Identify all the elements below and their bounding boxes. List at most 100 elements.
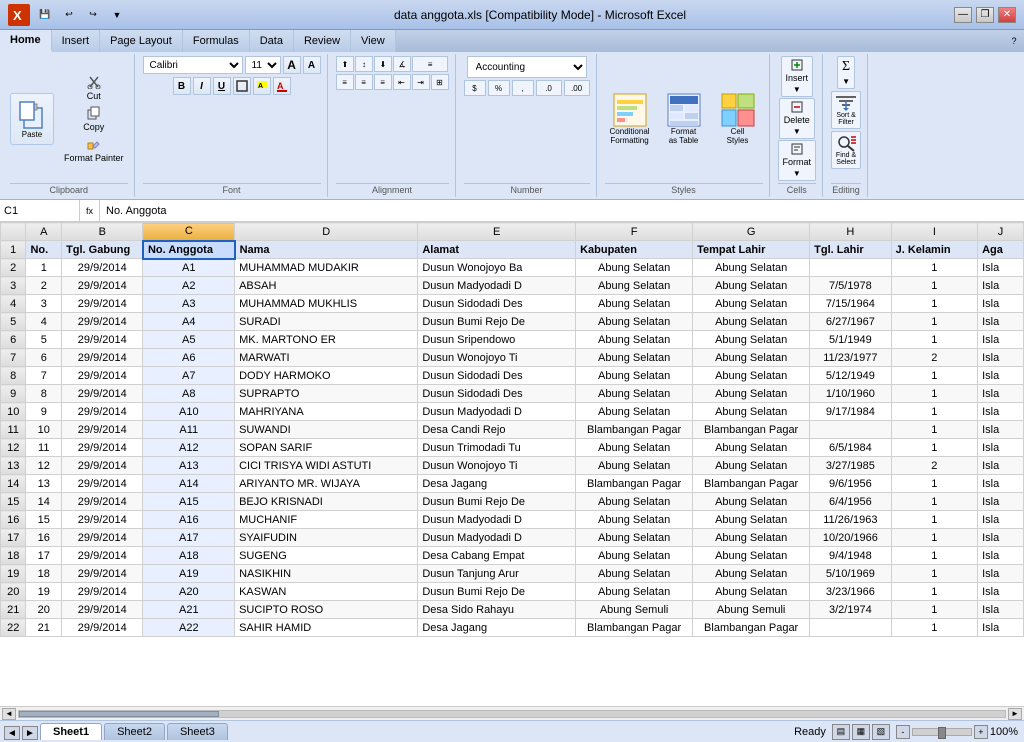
cell-E8[interactable]: Dusun Sidodadi Des <box>418 367 576 385</box>
decrease-indent-btn[interactable]: ⇤ <box>393 74 411 90</box>
cell-I9[interactable]: 1 <box>891 385 978 403</box>
cell-I17[interactable]: 1 <box>891 529 978 547</box>
cell-D19[interactable]: NASIKHIN <box>235 565 418 583</box>
col-header-C[interactable]: C <box>143 223 235 241</box>
cell-F1[interactable]: Kabupaten <box>576 241 693 259</box>
zoom-in-btn[interactable]: + <box>974 725 988 739</box>
align-bottom-btn[interactable]: ⬇ <box>374 56 392 72</box>
cell-D6[interactable]: MK. MARTONO ER <box>235 331 418 349</box>
cell-F21[interactable]: Abung Semuli <box>576 601 693 619</box>
cell-J12[interactable]: Isla <box>978 439 1024 457</box>
format-painter-button[interactable]: Format Painter <box>60 135 128 165</box>
cell-A21[interactable]: 20 <box>26 601 62 619</box>
cell-E2[interactable]: Dusun Wonojoyo Ba <box>418 259 576 277</box>
cell-I7[interactable]: 2 <box>891 349 978 367</box>
cell-J14[interactable]: Isla <box>978 475 1024 493</box>
tab-formulas[interactable]: Formulas <box>183 30 250 52</box>
decrease-decimal-btn[interactable]: .0 <box>536 80 562 96</box>
cell-F11[interactable]: Blambangan Pagar <box>576 421 693 439</box>
cell-A2[interactable]: 1 <box>26 259 62 277</box>
cell-A13[interactable]: 12 <box>26 457 62 475</box>
bold-button[interactable]: B <box>173 77 191 95</box>
cell-C6[interactable]: A5 <box>143 331 235 349</box>
cell-J19[interactable]: Isla <box>978 565 1024 583</box>
align-middle-btn[interactable]: ↕ <box>355 56 373 72</box>
cell-B16[interactable]: 29/9/2014 <box>62 511 143 529</box>
align-left-btn[interactable]: ≡ <box>336 74 354 90</box>
hscrollbar[interactable]: ◄ ► <box>0 706 1024 720</box>
cell-B1[interactable]: Tgl. Gabung <box>62 241 143 259</box>
insert-cells-btn[interactable]: Insert ▼ <box>781 56 814 97</box>
cell-J7[interactable]: Isla <box>978 349 1024 367</box>
cell-C21[interactable]: A21 <box>143 601 235 619</box>
text-angle-btn[interactable]: ∡ <box>393 56 411 72</box>
cell-D14[interactable]: ARIYANTO MR. WIJAYA <box>235 475 418 493</box>
cell-F14[interactable]: Blambangan Pagar <box>576 475 693 493</box>
prev-sheets-btn[interactable]: ◄ <box>4 726 20 740</box>
cell-I8[interactable]: 1 <box>891 367 978 385</box>
cell-H20[interactable]: 3/23/1966 <box>810 583 891 601</box>
cell-G18[interactable]: Abung Selatan <box>693 547 810 565</box>
wrap-text-btn[interactable]: ≡ <box>412 56 448 72</box>
align-center-btn[interactable]: ≡ <box>355 74 373 90</box>
cell-B22[interactable]: 29/9/2014 <box>62 619 143 637</box>
cell-B14[interactable]: 29/9/2014 <box>62 475 143 493</box>
cell-G1[interactable]: Tempat Lahir <box>693 241 810 259</box>
restore-btn[interactable]: ❐ <box>976 7 994 23</box>
cell-J20[interactable]: Isla <box>978 583 1024 601</box>
cell-E14[interactable]: Desa Jagang <box>418 475 576 493</box>
cell-B6[interactable]: 29/9/2014 <box>62 331 143 349</box>
sheet-tab-3[interactable]: Sheet3 <box>167 723 228 740</box>
ribbon-help[interactable]: ? <box>1004 30 1024 52</box>
decrease-font-btn[interactable]: A <box>303 56 321 74</box>
cell-A1[interactable]: No. <box>26 241 62 259</box>
cell-B18[interactable]: 29/9/2014 <box>62 547 143 565</box>
cell-C20[interactable]: A20 <box>143 583 235 601</box>
cell-H9[interactable]: 1/10/1960 <box>810 385 891 403</box>
cell-E11[interactable]: Desa Candi Rejo <box>418 421 576 439</box>
cell-C11[interactable]: A11 <box>143 421 235 439</box>
cell-F7[interactable]: Abung Selatan <box>576 349 693 367</box>
cell-F5[interactable]: Abung Selatan <box>576 313 693 331</box>
col-header-D[interactable]: D <box>235 223 418 241</box>
cell-H15[interactable]: 6/4/1956 <box>810 493 891 511</box>
cell-A12[interactable]: 11 <box>26 439 62 457</box>
cell-F13[interactable]: Abung Selatan <box>576 457 693 475</box>
cell-G19[interactable]: Abung Selatan <box>693 565 810 583</box>
cell-D15[interactable]: BEJO KRISNADI <box>235 493 418 511</box>
col-header-B[interactable]: B <box>62 223 143 241</box>
cell-D8[interactable]: DODY HARMOKO <box>235 367 418 385</box>
cell-C19[interactable]: A19 <box>143 565 235 583</box>
zoom-slider[interactable] <box>912 728 972 736</box>
cell-F8[interactable]: Abung Selatan <box>576 367 693 385</box>
cell-I15[interactable]: 1 <box>891 493 978 511</box>
cell-I10[interactable]: 1 <box>891 403 978 421</box>
cell-D4[interactable]: MUHAMMAD MUKHLIS <box>235 295 418 313</box>
cell-J18[interactable]: Isla <box>978 547 1024 565</box>
cell-H1[interactable]: Tgl. Lahir <box>810 241 891 259</box>
cell-G13[interactable]: Abung Selatan <box>693 457 810 475</box>
scrollbar-thumb[interactable] <box>19 711 219 717</box>
cell-J13[interactable]: Isla <box>978 457 1024 475</box>
cell-I11[interactable]: 1 <box>891 421 978 439</box>
cell-G12[interactable]: Abung Selatan <box>693 439 810 457</box>
delete-cells-btn[interactable]: Delete ▼ <box>779 98 815 139</box>
cell-C12[interactable]: A12 <box>143 439 235 457</box>
cell-I16[interactable]: 1 <box>891 511 978 529</box>
cell-B15[interactable]: 29/9/2014 <box>62 493 143 511</box>
minimize-btn[interactable]: — <box>954 7 972 23</box>
quick-redo-btn[interactable]: ↪ <box>84 7 102 23</box>
tab-data[interactable]: Data <box>250 30 294 52</box>
cell-reference-box[interactable]: C1 <box>0 200 80 221</box>
page-layout-view-btn[interactable]: ▦ <box>852 724 870 740</box>
cell-H3[interactable]: 7/5/1978 <box>810 277 891 295</box>
close-btn[interactable]: ✕ <box>998 7 1016 23</box>
number-format-select[interactable]: Accounting <box>467 56 587 78</box>
cell-A9[interactable]: 8 <box>26 385 62 403</box>
cell-E1[interactable]: Alamat <box>418 241 576 259</box>
cell-G11[interactable]: Blambangan Pagar <box>693 421 810 439</box>
increase-indent-btn[interactable]: ⇥ <box>412 74 430 90</box>
cell-J5[interactable]: Isla <box>978 313 1024 331</box>
cell-F17[interactable]: Abung Selatan <box>576 529 693 547</box>
cell-D2[interactable]: MUHAMMAD MUDAKIR <box>235 259 418 277</box>
